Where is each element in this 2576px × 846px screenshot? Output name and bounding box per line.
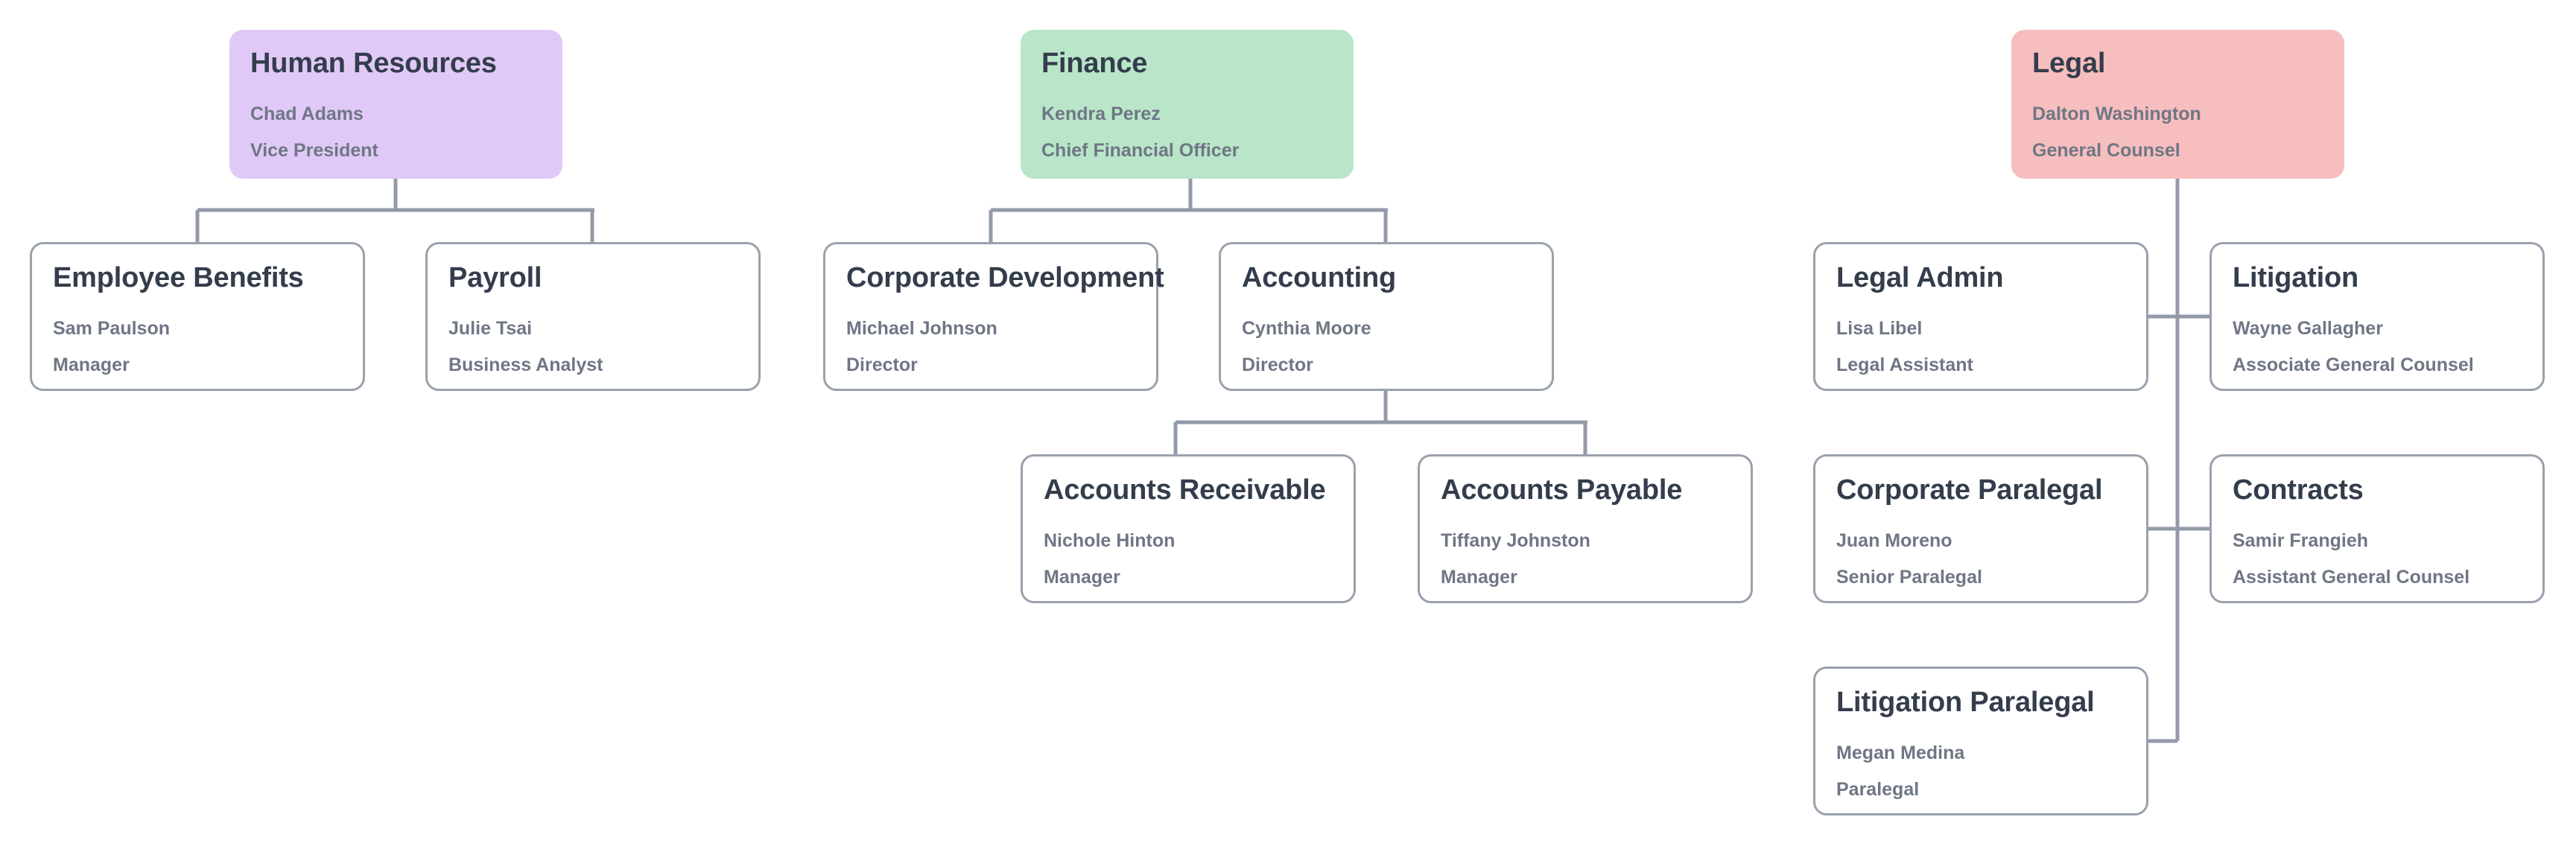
node-title: Accounts Payable [1441,474,1683,506]
node-role: Director [1242,354,1313,376]
node-role: Manager [1441,567,1517,588]
node-role: Vice President [250,140,378,162]
node-litigation-paralegal[interactable]: Litigation Paralegal Megan Medina Parale… [1813,667,2148,815]
node-title: Contracts [2233,474,2364,506]
node-legal-admin[interactable]: Legal Admin Lisa Libel Legal Assistant [1813,242,2148,391]
node-title: Litigation Paralegal [1836,687,2095,718]
node-title: Corporate Development [846,262,1164,293]
node-role: Business Analyst [448,354,603,376]
node-person: Tiffany Johnston [1441,529,1590,551]
node-title: Legal [2032,48,2106,79]
node-payroll[interactable]: Payroll Julie Tsai Business Analyst [425,242,761,391]
node-role: Legal Assistant [1836,354,1973,376]
node-title: Corporate Paralegal [1836,474,2103,506]
node-role: Manager [53,354,130,376]
node-person: Wayne Gallagher [2233,317,2383,339]
node-role: Associate General Counsel [2233,354,2474,376]
node-person: Nichole Hinton [1044,529,1176,551]
node-person: Kendra Perez [1041,103,1161,124]
node-person: Dalton Washington [2032,103,2201,124]
node-person: Cynthia Moore [1242,317,1371,339]
node-title: Litigation [2233,262,2358,293]
node-title: Legal Admin [1836,262,2004,293]
node-role: Paralegal [1836,779,1920,801]
node-person: Lisa Libel [1836,317,1923,339]
node-role: Manager [1044,567,1120,588]
node-person: Chad Adams [250,103,364,124]
node-person: Julie Tsai [448,317,533,339]
node-role: Senior Paralegal [1836,567,1982,588]
node-accounting[interactable]: Accounting Cynthia Moore Director [1219,242,1554,391]
node-person: Samir Frangieh [2233,529,2368,551]
node-title: Accounting [1242,262,1396,293]
node-legal[interactable]: Legal Dalton Washington General Counsel [2011,30,2344,179]
org-chart-canvas: Human Resources Chad Adams Vice Presiden… [0,0,2576,846]
node-accounts-receivable[interactable]: Accounts Receivable Nichole Hinton Manag… [1021,454,1356,603]
node-corporate-paralegal[interactable]: Corporate Paralegal Juan Moreno Senior P… [1813,454,2148,603]
node-role: Director [846,354,918,376]
node-title: Finance [1041,48,1148,79]
node-person: Sam Paulson [53,317,170,339]
node-human-resources[interactable]: Human Resources Chad Adams Vice Presiden… [229,30,562,179]
node-person: Juan Moreno [1836,529,1952,551]
node-title: Human Resources [250,48,497,79]
node-role: Assistant General Counsel [2233,567,2470,588]
node-litigation[interactable]: Litigation Wayne Gallagher Associate Gen… [2209,242,2545,391]
node-employee-benefits[interactable]: Employee Benefits Sam Paulson Manager [30,242,365,391]
node-contracts[interactable]: Contracts Samir Frangieh Assistant Gener… [2209,454,2545,603]
node-title: Employee Benefits [53,262,304,293]
node-title: Accounts Receivable [1044,474,1326,506]
node-person: Megan Medina [1836,742,1965,763]
node-title: Payroll [448,262,542,293]
node-role: Chief Financial Officer [1041,140,1240,162]
node-finance[interactable]: Finance Kendra Perez Chief Financial Off… [1021,30,1354,179]
node-person: Michael Johnson [846,317,997,339]
node-role: General Counsel [2032,140,2180,162]
node-accounts-payable[interactable]: Accounts Payable Tiffany Johnston Manage… [1418,454,1753,603]
node-corporate-development[interactable]: Corporate Development Michael Johnson Di… [823,242,1164,391]
